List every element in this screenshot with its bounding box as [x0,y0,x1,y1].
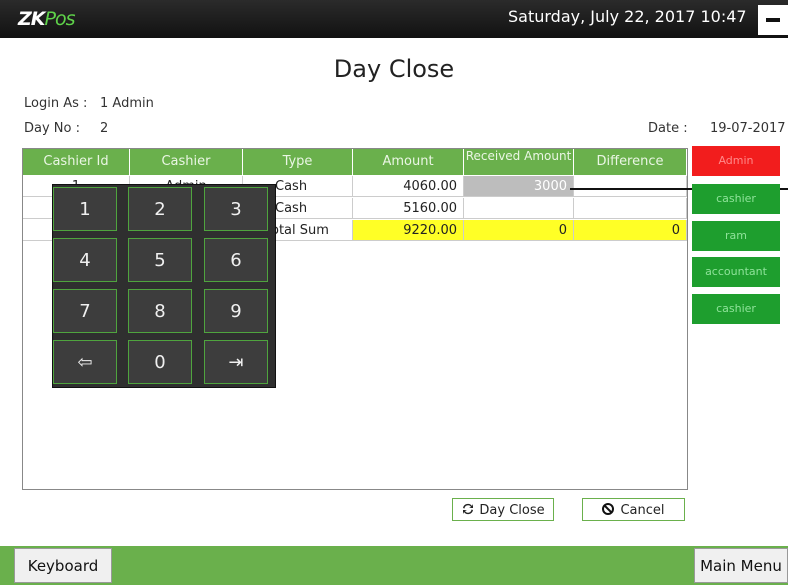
user-button-admin[interactable]: Admin [692,146,780,176]
table-cell-difference[interactable] [574,198,687,219]
cancel-label: Cancel [620,503,665,518]
total-amount: 9220.00 [353,220,464,241]
cancel-button[interactable]: Cancel [582,498,685,521]
key-1[interactable]: 1 [53,187,117,231]
header-cashier: Cashier [130,149,243,175]
received-amount-input[interactable]: 3000 [464,176,574,197]
zkpos-logo: ZKPos [18,8,76,30]
table-cell-amount[interactable]: 4060.00 [353,176,464,197]
backspace-icon: ⇦ [77,352,93,373]
received-amount-input[interactable] [464,198,574,219]
user-button-accountant[interactable]: accountant [692,257,780,287]
login-label: Login As : [24,96,88,111]
header-cashier-id: Cashier Id [23,149,130,175]
dayno-value: 2 [100,121,109,136]
key-9[interactable]: 9 [204,289,268,333]
main-menu-button[interactable]: Main Menu [694,548,788,583]
enter-key[interactable]: ⇥ [204,340,268,384]
header-type: Type [243,149,353,175]
day-close-label: Day Close [479,503,545,518]
logo-sub: Pos [44,8,76,30]
header-difference: Difference [574,149,687,175]
backspace-key[interactable]: ⇦ [53,340,117,384]
key-5[interactable]: 5 [128,238,192,282]
enter-icon: ⇥ [228,352,244,373]
key-2[interactable]: 2 [128,187,192,231]
user-button-ram[interactable]: ram [692,221,780,251]
key-8[interactable]: 8 [128,289,192,333]
keyboard-button[interactable]: Keyboard [14,548,112,583]
header-received-amount: Received Amount [464,149,574,175]
login-value: 1 Admin [100,96,154,111]
date-label: Date : [648,121,688,136]
cancel-icon [602,503,615,515]
dayno-label: Day No : [24,121,80,136]
key-3[interactable]: 3 [204,187,268,231]
total-difference: 0 [574,220,687,241]
table-cell-difference[interactable] [574,176,687,197]
day-close-button[interactable]: Day Close [452,498,554,521]
key-6[interactable]: 6 [204,238,268,282]
key-4[interactable]: 4 [53,238,117,282]
table-cell-amount[interactable]: 5160.00 [353,198,464,219]
page-title: Day Close [333,55,455,83]
key-7[interactable]: 7 [53,289,117,333]
user-button-cashier[interactable]: cashier [692,184,780,214]
header-amount: Amount [353,149,464,175]
minimize-button[interactable] [758,5,788,35]
date-value: 19-07-2017 [710,121,786,136]
logo-main: ZK [18,8,45,30]
minimize-icon [766,18,780,22]
user-button-cashier-2[interactable]: cashier [692,294,780,324]
total-received: 0 [464,220,574,241]
numeric-keypad: 1 2 3 4 5 6 7 8 9 ⇦ 0 ⇥ [52,184,276,388]
title-bar: ZKPos Saturday, July 22, 2017 10:47 [0,0,788,38]
footer-bar [0,546,788,585]
key-0[interactable]: 0 [128,340,192,384]
refresh-icon [463,503,474,515]
datetime-display: Saturday, July 22, 2017 10:47 [508,7,747,26]
